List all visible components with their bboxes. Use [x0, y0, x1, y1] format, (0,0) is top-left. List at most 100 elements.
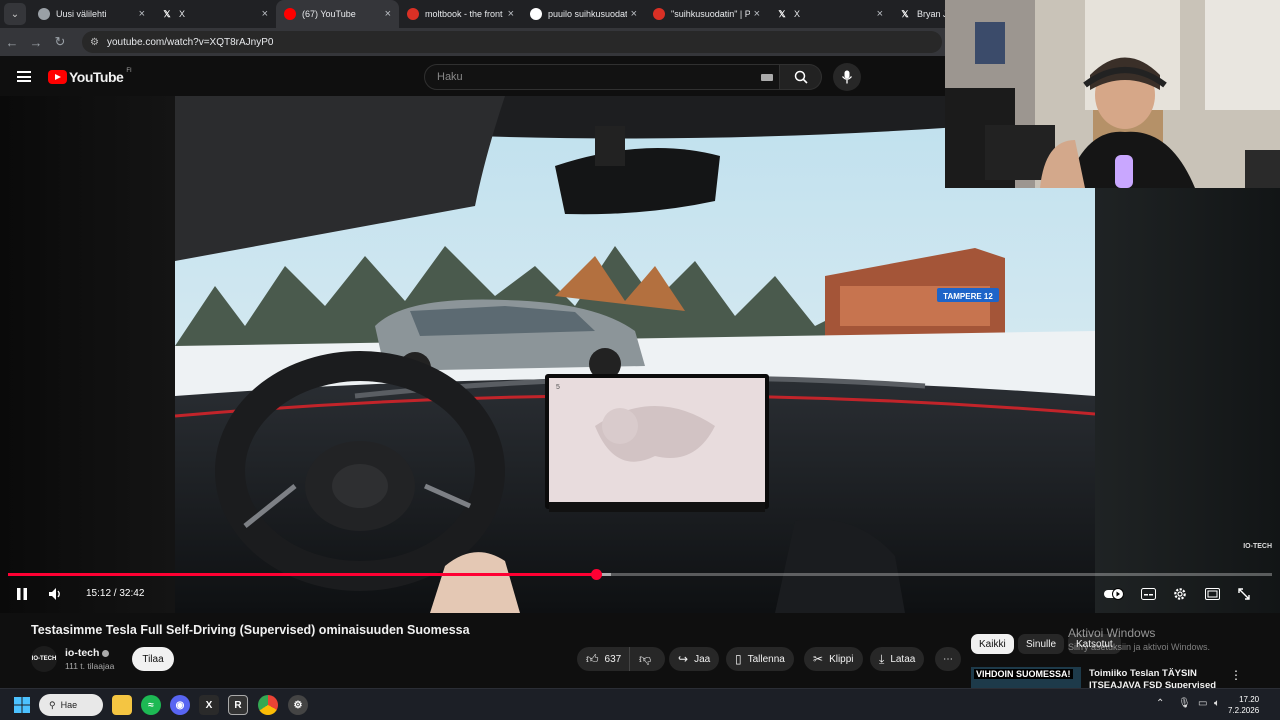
browser-tab-title: puuilo suihkusuodatin: [548, 9, 627, 19]
share-button[interactable]: ↪ Jaa: [669, 647, 720, 671]
settings-button[interactable]: [1170, 584, 1190, 604]
back-button[interactable]: ←: [0, 35, 24, 50]
browser-tab[interactable]: 𝕏 X ×: [153, 0, 276, 28]
taskbar-search[interactable]: ⚲ Hae: [39, 694, 103, 716]
browser-tab-title: X: [179, 9, 186, 19]
share-icon: ↪: [678, 652, 689, 666]
youtube-icon: [284, 8, 296, 20]
close-icon[interactable]: ×: [385, 8, 391, 20]
save-button[interactable]: ▯ Tallenna: [726, 647, 794, 671]
browser-tab[interactable]: puuilo suihkusuodatin ×: [522, 0, 645, 28]
speaker-icon[interactable]: 🔈︎: [1214, 698, 1220, 709]
scrubber-handle[interactable]: [590, 569, 602, 580]
moltbook-icon: [407, 8, 419, 20]
chip-for-you[interactable]: Sinulle: [1018, 634, 1065, 654]
subtitles-button[interactable]: [1138, 584, 1158, 604]
close-icon[interactable]: ×: [262, 8, 268, 20]
like-button[interactable]: 👍︎ 637: [577, 647, 629, 671]
recommendation-thumbnail[interactable]: VIHDOIN SUOMESSA!: [971, 667, 1081, 688]
windows-start-button[interactable]: [12, 695, 32, 715]
pause-button[interactable]: [12, 584, 32, 604]
channel-avatar[interactable]: IO-TECH: [31, 646, 57, 672]
scissors-icon: ✂: [813, 652, 824, 666]
spotify-icon[interactable]: ≈: [141, 695, 161, 715]
subscribe-button[interactable]: Tilaa: [132, 647, 174, 671]
browser-tab[interactable]: (67) YouTube ×: [276, 0, 399, 28]
obs-app-icon[interactable]: R: [228, 695, 248, 715]
steam-icon[interactable]: ⚙: [288, 695, 308, 715]
x-app-icon[interactable]: X: [199, 695, 219, 715]
search-icon: ⚲: [49, 699, 56, 710]
road-sign-text: TAMPERE 12: [943, 292, 993, 301]
fullscreen-button[interactable]: [1234, 584, 1254, 604]
file-explorer-icon[interactable]: [112, 695, 132, 715]
x-icon: 𝕏: [163, 8, 171, 19]
gear-icon: [1174, 588, 1186, 600]
network-icon[interactable]: ▭: [1198, 698, 1207, 709]
discord-icon[interactable]: ◉: [170, 695, 190, 715]
forward-button[interactable]: →: [24, 35, 48, 50]
reload-button[interactable]: ↻: [48, 34, 72, 50]
menu-icon[interactable]: [17, 71, 31, 82]
browser-tab[interactable]: Uusi välilehti ×: [30, 0, 153, 28]
url-text: youtube.com/watch?v=XQT8rAJnyP0: [106, 36, 274, 48]
close-icon[interactable]: ×: [877, 8, 883, 20]
share-label: Jaa: [694, 653, 711, 665]
google-icon: [530, 8, 542, 20]
browser-tab[interactable]: "suihkusuodatin" | Pu ×: [645, 0, 768, 28]
clip-button[interactable]: ✂ Klippi: [804, 647, 863, 671]
download-icon: ⤓: [879, 651, 885, 666]
chrome-taskbar-icon[interactable]: [258, 695, 278, 715]
tray-expand-icon[interactable]: ⌃: [1156, 698, 1164, 709]
progress-bar[interactable]: [8, 569, 1272, 580]
browser-tab-title: "suihkusuodatin" | Pu: [671, 9, 750, 19]
youtube-logo[interactable]: YouTube FI: [48, 68, 132, 85]
browser-tab-title: X: [794, 9, 801, 19]
more-actions-button[interactable]: ⋯: [935, 647, 961, 671]
site-info-icon[interactable]: ⚙: [90, 37, 99, 48]
webcam-overlay: [945, 0, 1280, 188]
close-icon[interactable]: ×: [754, 8, 760, 20]
channel-name[interactable]: io-tech: [65, 647, 110, 659]
tray-mic-icon[interactable]: 🎙︎: [1178, 698, 1191, 709]
fullscreen-icon: [1238, 588, 1250, 600]
channel-name-text: io-tech: [65, 647, 100, 659]
video-title: Testasimme Tesla Full Self-Driving (Supe…: [31, 623, 470, 637]
chevron-down-icon: ⌄: [10, 8, 20, 20]
dislike-button[interactable]: 👎︎: [629, 647, 665, 671]
close-icon[interactable]: ×: [508, 8, 514, 20]
subtitles-icon: [1140, 588, 1156, 600]
keyboard-icon[interactable]: [761, 74, 773, 81]
clock-date: 7.2.2026: [1228, 706, 1260, 715]
channel-watermark[interactable]: IO-TECH: [1243, 543, 1272, 550]
puuilo-icon: [653, 8, 665, 20]
search-placeholder: Haku: [437, 71, 463, 83]
close-icon[interactable]: ×: [139, 8, 145, 20]
address-bar[interactable]: ⚙ youtube.com/watch?v=XQT8rAJnyP0: [82, 31, 942, 53]
thumbs-up-icon: 👍︎: [586, 651, 599, 666]
download-label: Lataa: [890, 653, 916, 665]
browser-tab[interactable]: 𝕏 X ×: [768, 0, 891, 28]
search-input[interactable]: Haku: [424, 64, 780, 90]
save-label: Tallenna: [747, 653, 785, 665]
download-button[interactable]: ⤓ Lataa: [870, 647, 925, 671]
tab-search-button[interactable]: ⌄: [4, 3, 26, 25]
autoplay-toggle[interactable]: [1104, 584, 1126, 604]
close-icon[interactable]: ×: [631, 8, 637, 20]
taskbar-clock[interactable]: 17.20 7.2.2026: [1228, 694, 1259, 716]
recommendation-thumb-text: VIHDOIN SUOMESSA!: [974, 669, 1073, 679]
chip-all[interactable]: Kaikki: [971, 634, 1014, 654]
clip-label: Klippi: [829, 653, 854, 665]
windows-activation-title: Aktivoi Windows: [1068, 626, 1156, 640]
theater-mode-button[interactable]: [1202, 584, 1222, 604]
more-vertical-icon[interactable]: ⋮: [1230, 668, 1242, 682]
browser-tab-title: moltbook - the front: [425, 9, 503, 19]
search-button[interactable]: [780, 64, 822, 90]
time-display: 15:12 / 32:42: [86, 588, 145, 599]
browser-tab[interactable]: moltbook - the front ×: [399, 0, 522, 28]
voice-search-button[interactable]: [833, 63, 861, 91]
volume-button[interactable]: [45, 584, 65, 604]
chrome-icon: [38, 8, 50, 20]
player-left-bar: [0, 96, 175, 613]
youtube-header: YouTube FI Haku: [0, 56, 945, 96]
